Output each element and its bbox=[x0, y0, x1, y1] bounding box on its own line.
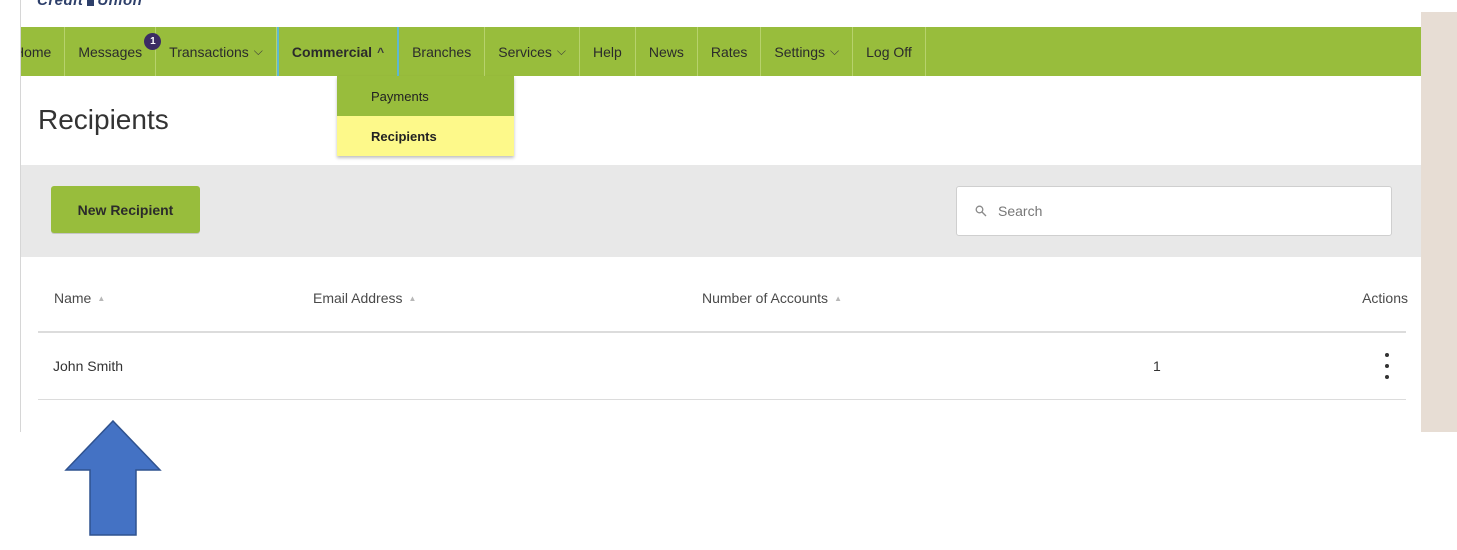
sort-ascending-icon: ▲ bbox=[834, 293, 842, 303]
nav-item-label: Help bbox=[593, 43, 622, 60]
chevron-down-icon: ⌵ bbox=[556, 44, 567, 58]
right-gutter bbox=[1421, 12, 1457, 432]
nav-item-label: Transactions bbox=[169, 43, 249, 60]
nav-item-transactions[interactable]: Transactions ⌵ bbox=[156, 27, 277, 76]
nav-item-help[interactable]: Help bbox=[580, 27, 636, 76]
table-row[interactable]: John Smith 1 bbox=[38, 333, 1406, 400]
new-recipient-button[interactable]: New Recipient bbox=[51, 186, 200, 233]
nav-item-branches[interactable]: Branches bbox=[399, 27, 486, 76]
page-title: Recipients bbox=[38, 104, 169, 135]
nav-item-news[interactable]: News bbox=[636, 27, 698, 76]
column-header-accounts[interactable]: Number of Accounts ▲ bbox=[702, 290, 842, 306]
column-header-actions: Actions bbox=[1362, 290, 1408, 306]
nav-item-label: Messages bbox=[78, 43, 143, 60]
nav-item-commercial[interactable]: Commercial ^ bbox=[276, 27, 400, 76]
app-window: Credit Union Home Messages 1 Transactions… bbox=[20, 0, 1421, 432]
nav-item-rates[interactable]: Rates bbox=[698, 27, 762, 76]
nav-item-label: Branches bbox=[412, 43, 472, 60]
recipient-name: John Smith bbox=[53, 358, 124, 374]
nav-item-label: Home bbox=[21, 43, 52, 60]
search-icon bbox=[974, 204, 988, 218]
nav-item-label: News bbox=[648, 43, 684, 60]
nav-item-services[interactable]: Services ⌵ bbox=[485, 27, 581, 76]
recipients-table: Name ▲ Email Address ▲ Number of Account… bbox=[38, 268, 1408, 400]
more-vertical-icon[interactable] bbox=[1381, 353, 1393, 379]
nav-item-home[interactable]: Home bbox=[21, 27, 66, 76]
column-header-name[interactable]: Name ▲ bbox=[54, 290, 105, 306]
chevron-up-icon: ^ bbox=[377, 44, 385, 59]
nav-item-settings[interactable]: Settings ⌵ bbox=[761, 27, 854, 76]
chevron-down-icon: ⌵ bbox=[253, 44, 263, 58]
column-header-label: Name bbox=[54, 290, 92, 306]
up-arrow-annotation-icon bbox=[64, 419, 162, 536]
logo-text-right: Union bbox=[97, 0, 143, 9]
main-nav: Home Messages 1 Transactions ⌵ Commercia… bbox=[21, 27, 1421, 76]
column-header-email[interactable]: Email Address ▲ bbox=[313, 290, 416, 306]
sort-ascending-icon: ▲ bbox=[408, 293, 417, 303]
menu-item-label: Payments bbox=[371, 88, 429, 104]
logo-text-left: Credit bbox=[37, 0, 84, 9]
recipient-account-count: 1 bbox=[1153, 358, 1161, 374]
chevron-down-icon: ⌵ bbox=[830, 44, 840, 58]
menu-item-recipients[interactable]: Recipients bbox=[337, 116, 514, 156]
commercial-dropdown-menu: Payments Recipients bbox=[337, 76, 514, 156]
table-header: Name ▲ Email Address ▲ Number of Account… bbox=[38, 268, 1408, 333]
nav-item-messages[interactable]: Messages 1 bbox=[65, 27, 162, 76]
column-header-label: Email Address bbox=[313, 290, 403, 306]
nav-item-log-off[interactable]: Log Off bbox=[853, 27, 926, 76]
nav-item-label: Log Off bbox=[866, 43, 912, 60]
column-header-label: Actions bbox=[1362, 290, 1408, 306]
column-header-label: Number of Accounts bbox=[702, 290, 829, 306]
logo-mark-icon bbox=[87, 0, 95, 6]
nav-item-label: Settings bbox=[774, 43, 826, 60]
brand-logo: Credit Union bbox=[37, 0, 142, 9]
nav-item-label: Services bbox=[498, 43, 552, 60]
nav-item-label: Commercial bbox=[291, 43, 373, 60]
search-box[interactable] bbox=[956, 186, 1392, 236]
search-input[interactable] bbox=[998, 203, 1378, 219]
menu-item-payments[interactable]: Payments bbox=[337, 76, 514, 116]
menu-item-label: Recipients bbox=[371, 128, 437, 144]
recipients-toolbar: New Recipient bbox=[21, 165, 1421, 257]
nav-item-label: Rates bbox=[710, 43, 748, 60]
sort-ascending-icon: ▲ bbox=[97, 293, 106, 303]
